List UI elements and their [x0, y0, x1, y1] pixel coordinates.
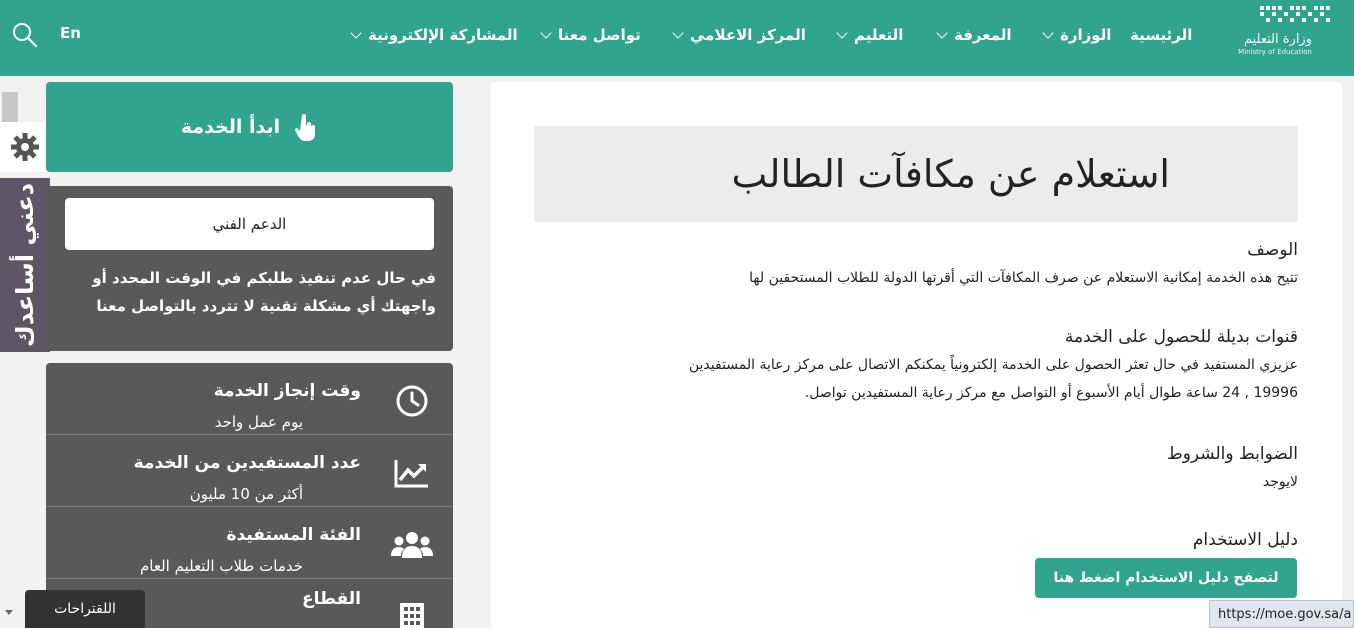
nav-item-knowledge[interactable]: المعرفة [936, 24, 1012, 46]
user-guide-button[interactable]: لتصفح دليل الاستخدام اضغط هنا [1035, 558, 1297, 598]
technical-support-card: الدعم الفني في حال عدم تنفيذ طلبكم في ال… [46, 186, 453, 351]
terms-text: لايوجد [1262, 474, 1298, 490]
info-row-beneficiaries-count: عدد المستفيدين من الخدمة أكثر من 10 مليو… [46, 435, 453, 507]
nav-item-label: التعليم [854, 26, 904, 44]
info-row-completion-time: وقت إنجاز الخدمة يوم عمل واحد [46, 363, 453, 435]
start-service-label: ابدأ الخدمة [180, 116, 281, 138]
chevron-down-icon [540, 26, 552, 39]
description-heading: الوصف [1247, 240, 1298, 260]
ministry-logo[interactable]: وزارة التعليم Ministry of Education [1216, 0, 1334, 66]
info-title: عدد المستفيدين من الخدمة [133, 453, 361, 473]
service-info-list: وقت إنجاز الخدمة يوم عمل واحد عدد المستف… [46, 363, 453, 628]
info-title: وقت إنجاز الخدمة [213, 381, 361, 401]
suggestions-tab[interactable]: اللقتراحات [25, 590, 145, 628]
terms-heading: الضوابط والشروط [1166, 444, 1298, 464]
page-title: استعلام عن مكافآت الطالب [731, 152, 1170, 196]
logo-mark-icon [1260, 6, 1330, 22]
scroll-down-arrow-icon[interactable] [5, 610, 13, 615]
guide-heading: دليل الاستخدام [1192, 530, 1298, 550]
nav-item-label: تواصل معنا [558, 26, 641, 44]
chevron-down-icon [936, 26, 948, 39]
service-details-card: استعلام عن مكافآت الطالب الوصف تتيح هذه … [491, 82, 1342, 628]
nav-item-e-participation[interactable]: المشاركة الإلكترونية [350, 24, 518, 46]
chevron-down-icon [672, 26, 684, 39]
top-navigation-bar: وزارة التعليم Ministry of Education الرئ… [0, 0, 1354, 76]
search-icon[interactable] [12, 22, 38, 48]
nav-item-ministry[interactable]: الوزارة [1042, 24, 1112, 46]
language-switch[interactable]: En [60, 24, 81, 42]
gear-icon [11, 133, 39, 161]
logo-text-english: Ministry of Education [1238, 48, 1312, 56]
logo-text-arabic: وزارة التعليم [1243, 32, 1312, 47]
grid-icon [400, 603, 424, 628]
info-title: القطاع [301, 589, 361, 609]
nav-item-education[interactable]: التعليم [836, 24, 904, 46]
info-value: أكثر من 10 مليون [189, 485, 303, 503]
user-guide-section: دليل الاستخدام [1193, 530, 1298, 550]
nav-item-label: المشاركة الإلكترونية [368, 26, 518, 44]
users-icon [391, 532, 433, 558]
description-text: تتيح هذه الخدمة إمكانية الاستعلام عن صرف… [749, 270, 1298, 286]
start-service-button[interactable]: ابدأ الخدمة [46, 82, 453, 172]
nav-item-home[interactable]: الرئيسية [1130, 24, 1192, 46]
nav-item-label: المركز الاعلامي [690, 26, 806, 44]
channels-text-line1: عزيزي المستفيد في حال تعثر الحصول على ال… [688, 357, 1298, 373]
channels-text-line2: 19996 , 24 ساعة طوال أيام الأسبوع أو الت… [804, 385, 1298, 401]
channels-heading: قنوات بديلة للحصول على الخدمة [1064, 327, 1298, 347]
nav-item-contact-us[interactable]: تواصل معنا [540, 24, 641, 46]
terms-section: الضوابط والشروط لايوجد [1167, 444, 1298, 496]
info-row-target-group: الفئة المستفيدة خدمات طلاب التعليم العام [46, 507, 453, 579]
hand-pointer-icon [295, 114, 316, 141]
scrollbar-thumb[interactable] [2, 92, 18, 124]
page-title-band: استعلام عن مكافآت الطالب [534, 126, 1298, 222]
let-me-help-tab[interactable]: دعني أساعدك [0, 178, 50, 352]
description-section: الوصف تتيح هذه الخدمة إمكانية الاستعلام … [749, 240, 1298, 292]
info-value: يوم عمل واحد [214, 413, 303, 431]
accessibility-settings-button[interactable] [0, 122, 50, 172]
info-value: خدمات طلاب التعليم العام [140, 557, 303, 575]
nav-item-media-center[interactable]: المركز الاعلامي [672, 24, 806, 46]
help-tab-label: دعني أساعدك [11, 182, 39, 348]
support-message: في حال عدم تنفيذ طلبكم في الوقت المحدد أ… [92, 269, 436, 315]
chart-up-icon [394, 460, 428, 488]
chevron-down-icon [836, 26, 848, 39]
technical-support-button[interactable]: الدعم الفني [65, 198, 434, 250]
clock-icon [396, 385, 428, 417]
alternative-channels-section: قنوات بديلة للحصول على الخدمة عزيزي المس… [689, 327, 1298, 407]
chevron-down-icon [350, 26, 362, 39]
chevron-down-icon [1042, 26, 1054, 39]
nav-item-label: المعرفة [954, 26, 1012, 44]
nav-item-label: الرئيسية [1130, 26, 1193, 44]
info-title: الفئة المستفيدة [226, 525, 362, 545]
status-bar-url: https://moe.gov.sa/a [1209, 600, 1354, 628]
nav-item-label: الوزارة [1060, 26, 1112, 44]
